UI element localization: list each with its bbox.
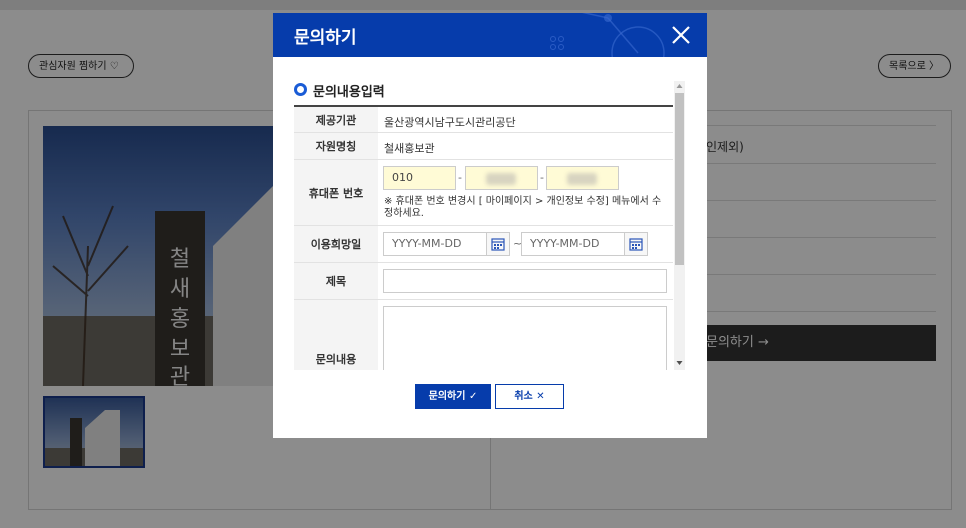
subject-input[interactable] — [383, 269, 667, 293]
content-row: 문의내용 — [294, 300, 673, 370]
provider-value: 울산광역시남구도시관리공단 — [384, 116, 516, 129]
scrollbar-thumb[interactable] — [675, 93, 684, 265]
phone-separator: - — [458, 171, 462, 184]
phone-part2-input[interactable] — [465, 166, 538, 190]
phone-part1-input[interactable]: 010 — [383, 166, 456, 190]
section-bullet-icon — [294, 83, 307, 96]
period-label: 이용희망일 — [294, 226, 378, 262]
content-textarea[interactable] — [383, 306, 667, 370]
resource-value: 철새홍보관 — [384, 142, 435, 155]
modal-header: 문의하기 — [273, 13, 707, 57]
phone-note: ※ 휴대폰 번호 변경시 [ 마이페이지 > 개인정보 수정] 메뉴에서 수정하… — [384, 196, 662, 219]
scroll-up-icon[interactable] — [675, 82, 684, 90]
calendar-icon[interactable] — [486, 232, 510, 256]
phone-label: 휴대폰 번호 — [294, 160, 378, 225]
modal-title: 문의하기 — [294, 28, 357, 48]
calendar-icon[interactable] — [624, 232, 648, 256]
subject-label: 제목 — [294, 263, 378, 299]
subject-row: 제목 — [294, 263, 673, 300]
cancel-button[interactable]: 취소 ✕ — [495, 384, 564, 409]
period-row: 이용희망일 YYYY-MM-DD ~ YYYY-MM-DD — [294, 226, 673, 263]
provider-label: 제공기관 — [294, 107, 378, 132]
submit-inquiry-button[interactable]: 문의하기 ✓ — [415, 384, 491, 409]
provider-row: 제공기관 울산광역시남구도시관리공단 — [294, 107, 673, 133]
section-title: 문의내용입력 — [313, 85, 385, 100]
start-date-input[interactable]: YYYY-MM-DD — [383, 232, 487, 256]
scroll-down-icon[interactable] — [675, 359, 684, 367]
phone-row: 휴대폰 번호 010 - - ※ 휴대폰 번호 변경시 [ 마이페이지 > 개인… — [294, 160, 673, 226]
close-icon[interactable] — [669, 23, 693, 47]
resource-row: 자원명칭 철새홍보관 — [294, 133, 673, 160]
content-label: 문의내용 — [294, 300, 378, 370]
end-date-input[interactable]: YYYY-MM-DD — [521, 232, 625, 256]
inquiry-modal: 문의하기 문의내용입력 제공기관 울산광역시남구도시관리공단 자원명칭 철새홍보… — [273, 13, 707, 438]
phone-separator: - — [540, 171, 544, 184]
phone-part3-input[interactable] — [546, 166, 619, 190]
resource-label: 자원명칭 — [294, 133, 378, 159]
inquiry-form: 제공기관 울산광역시남구도시관리공단 자원명칭 철새홍보관 휴대폰 번호 010… — [294, 105, 673, 370]
form-table: 제공기관 울산광역시남구도시관리공단 자원명칭 철새홍보관 휴대폰 번호 010… — [294, 105, 673, 370]
